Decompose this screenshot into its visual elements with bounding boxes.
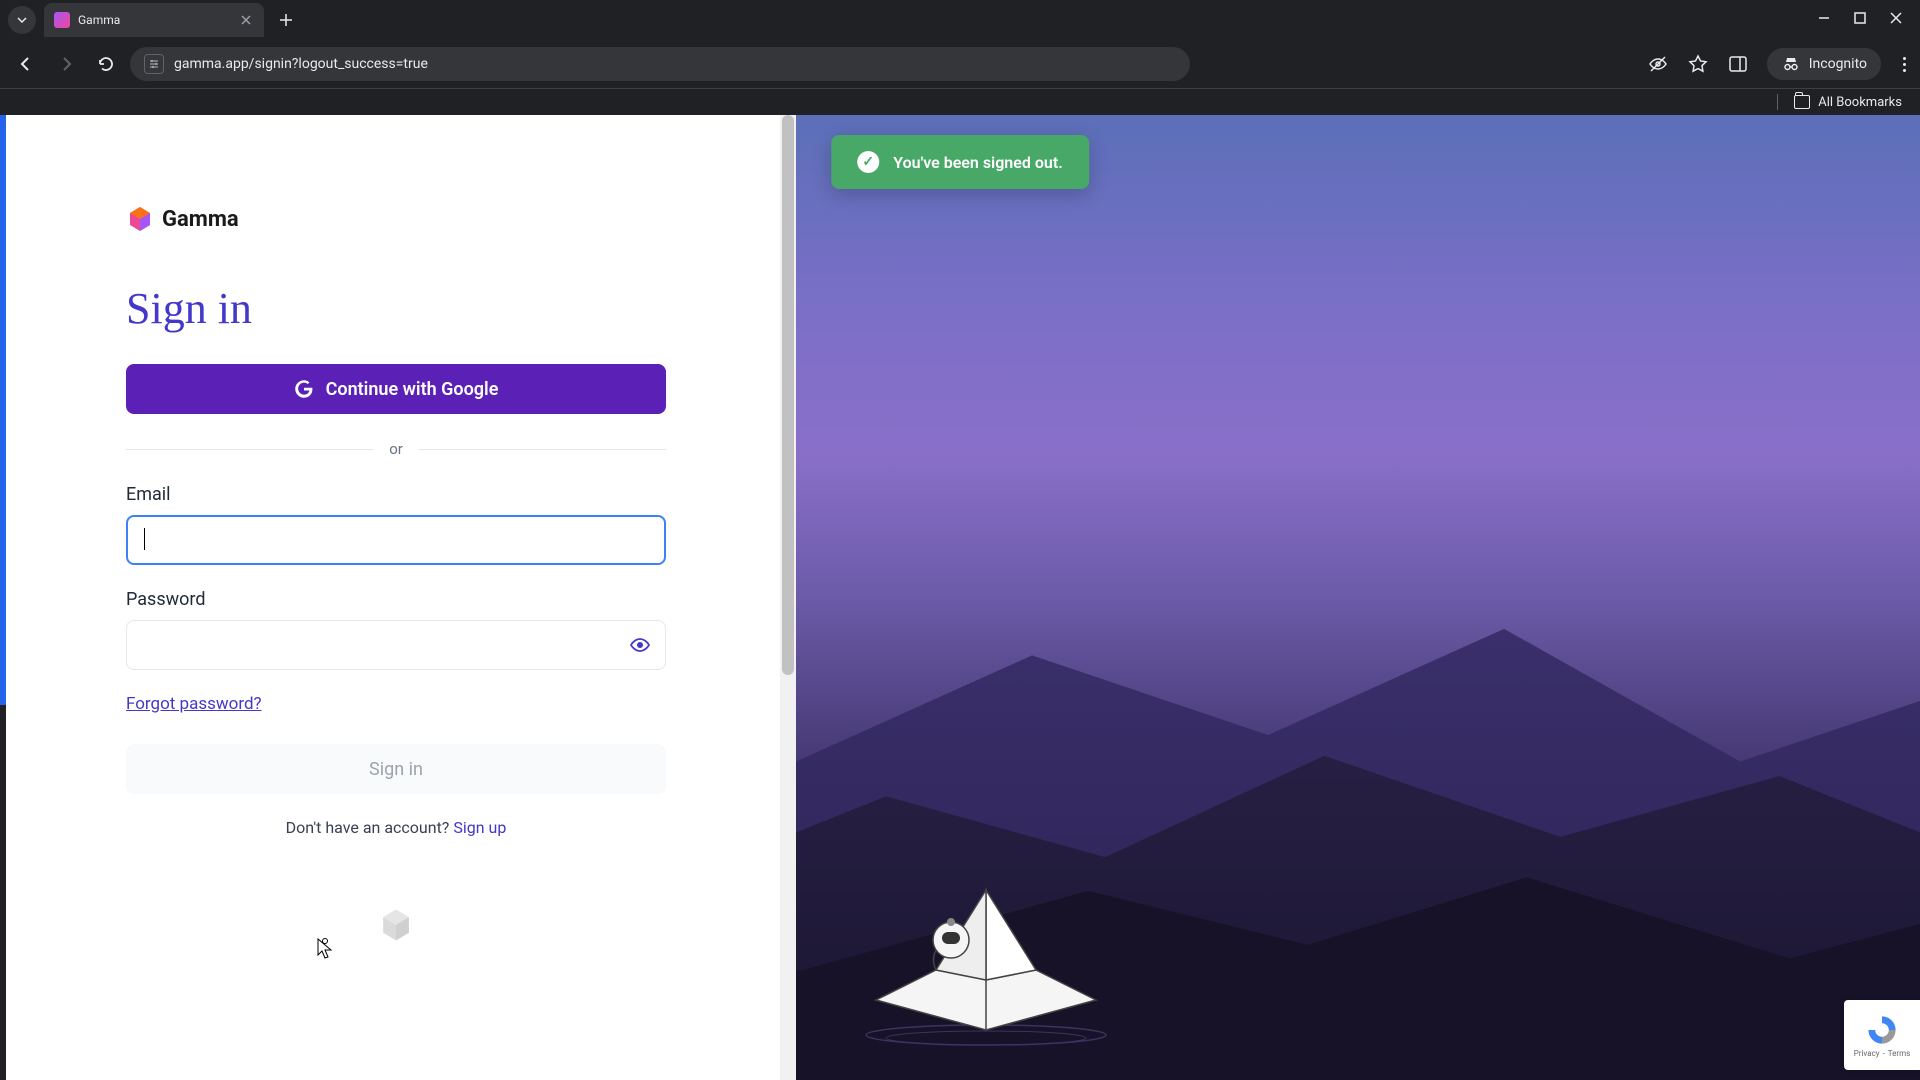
maximize-button[interactable] <box>1854 12 1866 28</box>
gamma-cube-icon <box>378 907 414 943</box>
tab-favicon <box>54 12 70 28</box>
signup-link[interactable]: Sign up <box>453 818 506 837</box>
address-bar[interactable]: gamma.app/signin?logout_success=true <box>130 47 1190 81</box>
all-bookmarks-button[interactable]: All Bookmarks <box>1818 95 1902 110</box>
password-input-wrap <box>126 620 666 670</box>
logo-mark <box>126 205 154 233</box>
site-info-icon[interactable] <box>144 54 164 74</box>
gamma-cube-icon <box>126 205 154 233</box>
side-panel-button[interactable] <box>1727 53 1749 75</box>
menu-button[interactable] <box>1899 53 1910 76</box>
paper-boat-illustration <box>836 870 1136 1050</box>
forward-button[interactable] <box>50 48 82 80</box>
folder-icon <box>1794 95 1810 109</box>
browser-chrome: Gamma <box>0 0 1920 115</box>
divider-line <box>419 449 666 450</box>
close-window-button[interactable] <box>1890 12 1902 28</box>
recaptcha-terms[interactable]: Terms <box>1888 1049 1910 1058</box>
check-icon: ✓ <box>857 151 879 173</box>
divider-line <box>126 449 373 450</box>
new-tab-button[interactable] <box>272 6 300 34</box>
plus-icon <box>279 13 293 27</box>
back-button[interactable] <box>10 48 42 80</box>
reload-icon <box>97 55 115 73</box>
signin-panel: Gamma Sign in Continue with Google or Em… <box>6 115 796 1080</box>
maximize-icon <box>1854 12 1866 24</box>
incognito-badge[interactable]: Incognito <box>1767 48 1881 80</box>
password-field[interactable] <box>126 620 666 670</box>
no-account-text: Don't have an account? <box>286 818 454 837</box>
signup-row: Don't have an account? Sign up <box>126 818 666 837</box>
browser-tab[interactable]: Gamma <box>44 3 264 37</box>
url-text: gamma.app/signin?logout_success=true <box>174 56 428 72</box>
show-password-button[interactable] <box>628 633 652 657</box>
incognito-icon <box>1781 54 1801 74</box>
page-title: Sign in <box>126 283 796 334</box>
arrow-right-icon <box>57 55 75 73</box>
tab-search-dropdown[interactable] <box>8 6 36 34</box>
continue-with-google-button[interactable]: Continue with Google <box>126 364 666 414</box>
minimize-icon <box>1818 12 1830 24</box>
google-button-label: Continue with Google <box>326 379 499 400</box>
toolbar-right: Incognito <box>1647 48 1910 80</box>
eye-off-button[interactable] <box>1647 53 1669 75</box>
footer-logo <box>126 907 666 947</box>
divider <box>1777 94 1778 110</box>
divider-text: or <box>389 440 403 458</box>
text-caret <box>144 528 145 550</box>
hero-image-panel <box>796 115 1920 1080</box>
minimize-button[interactable] <box>1818 12 1830 28</box>
address-bar-row: gamma.app/signin?logout_success=true Inc… <box>0 40 1920 88</box>
close-icon <box>241 15 251 25</box>
reload-button[interactable] <box>90 48 122 80</box>
email-label: Email <box>126 484 796 505</box>
arrow-left-icon <box>17 55 35 73</box>
recaptcha-links: Privacy - Terms <box>1854 1049 1911 1058</box>
logo: Gamma <box>126 205 796 233</box>
close-icon <box>1890 12 1902 24</box>
recaptcha-badge[interactable]: Privacy - Terms <box>1844 1000 1920 1070</box>
window-controls <box>1818 12 1920 28</box>
signin-button[interactable]: Sign in <box>126 744 666 794</box>
email-input-wrap <box>126 515 666 565</box>
forgot-password-link[interactable]: Forgot password? <box>126 694 262 714</box>
tab-bar: Gamma <box>0 0 1920 40</box>
bookmarks-bar: All Bookmarks <box>0 88 1920 115</box>
signout-toast: ✓ You've been signed out. <box>831 135 1089 189</box>
tune-icon <box>148 58 160 70</box>
page-content: Gamma Sign in Continue with Google or Em… <box>0 115 1920 1080</box>
email-field[interactable] <box>126 515 666 565</box>
google-icon <box>294 379 314 399</box>
password-label: Password <box>126 589 796 610</box>
eye-off-icon <box>1647 53 1669 75</box>
chevron-down-icon <box>16 14 28 26</box>
tab-title: Gamma <box>78 13 120 27</box>
star-icon <box>1688 54 1708 74</box>
scrollbar-track[interactable] <box>780 115 796 1080</box>
panel-icon <box>1728 54 1748 74</box>
incognito-label: Incognito <box>1809 56 1867 72</box>
bookmark-button[interactable] <box>1687 53 1709 75</box>
eye-icon <box>629 634 651 656</box>
recaptcha-icon <box>1865 1013 1899 1047</box>
recaptcha-privacy[interactable]: Privacy <box>1854 1049 1880 1058</box>
scrollbar-thumb[interactable] <box>782 115 794 675</box>
toast-message: You've been signed out. <box>893 153 1063 172</box>
tab-close-button[interactable] <box>238 12 254 28</box>
divider-row: or <box>126 440 666 458</box>
logo-text: Gamma <box>162 207 239 232</box>
